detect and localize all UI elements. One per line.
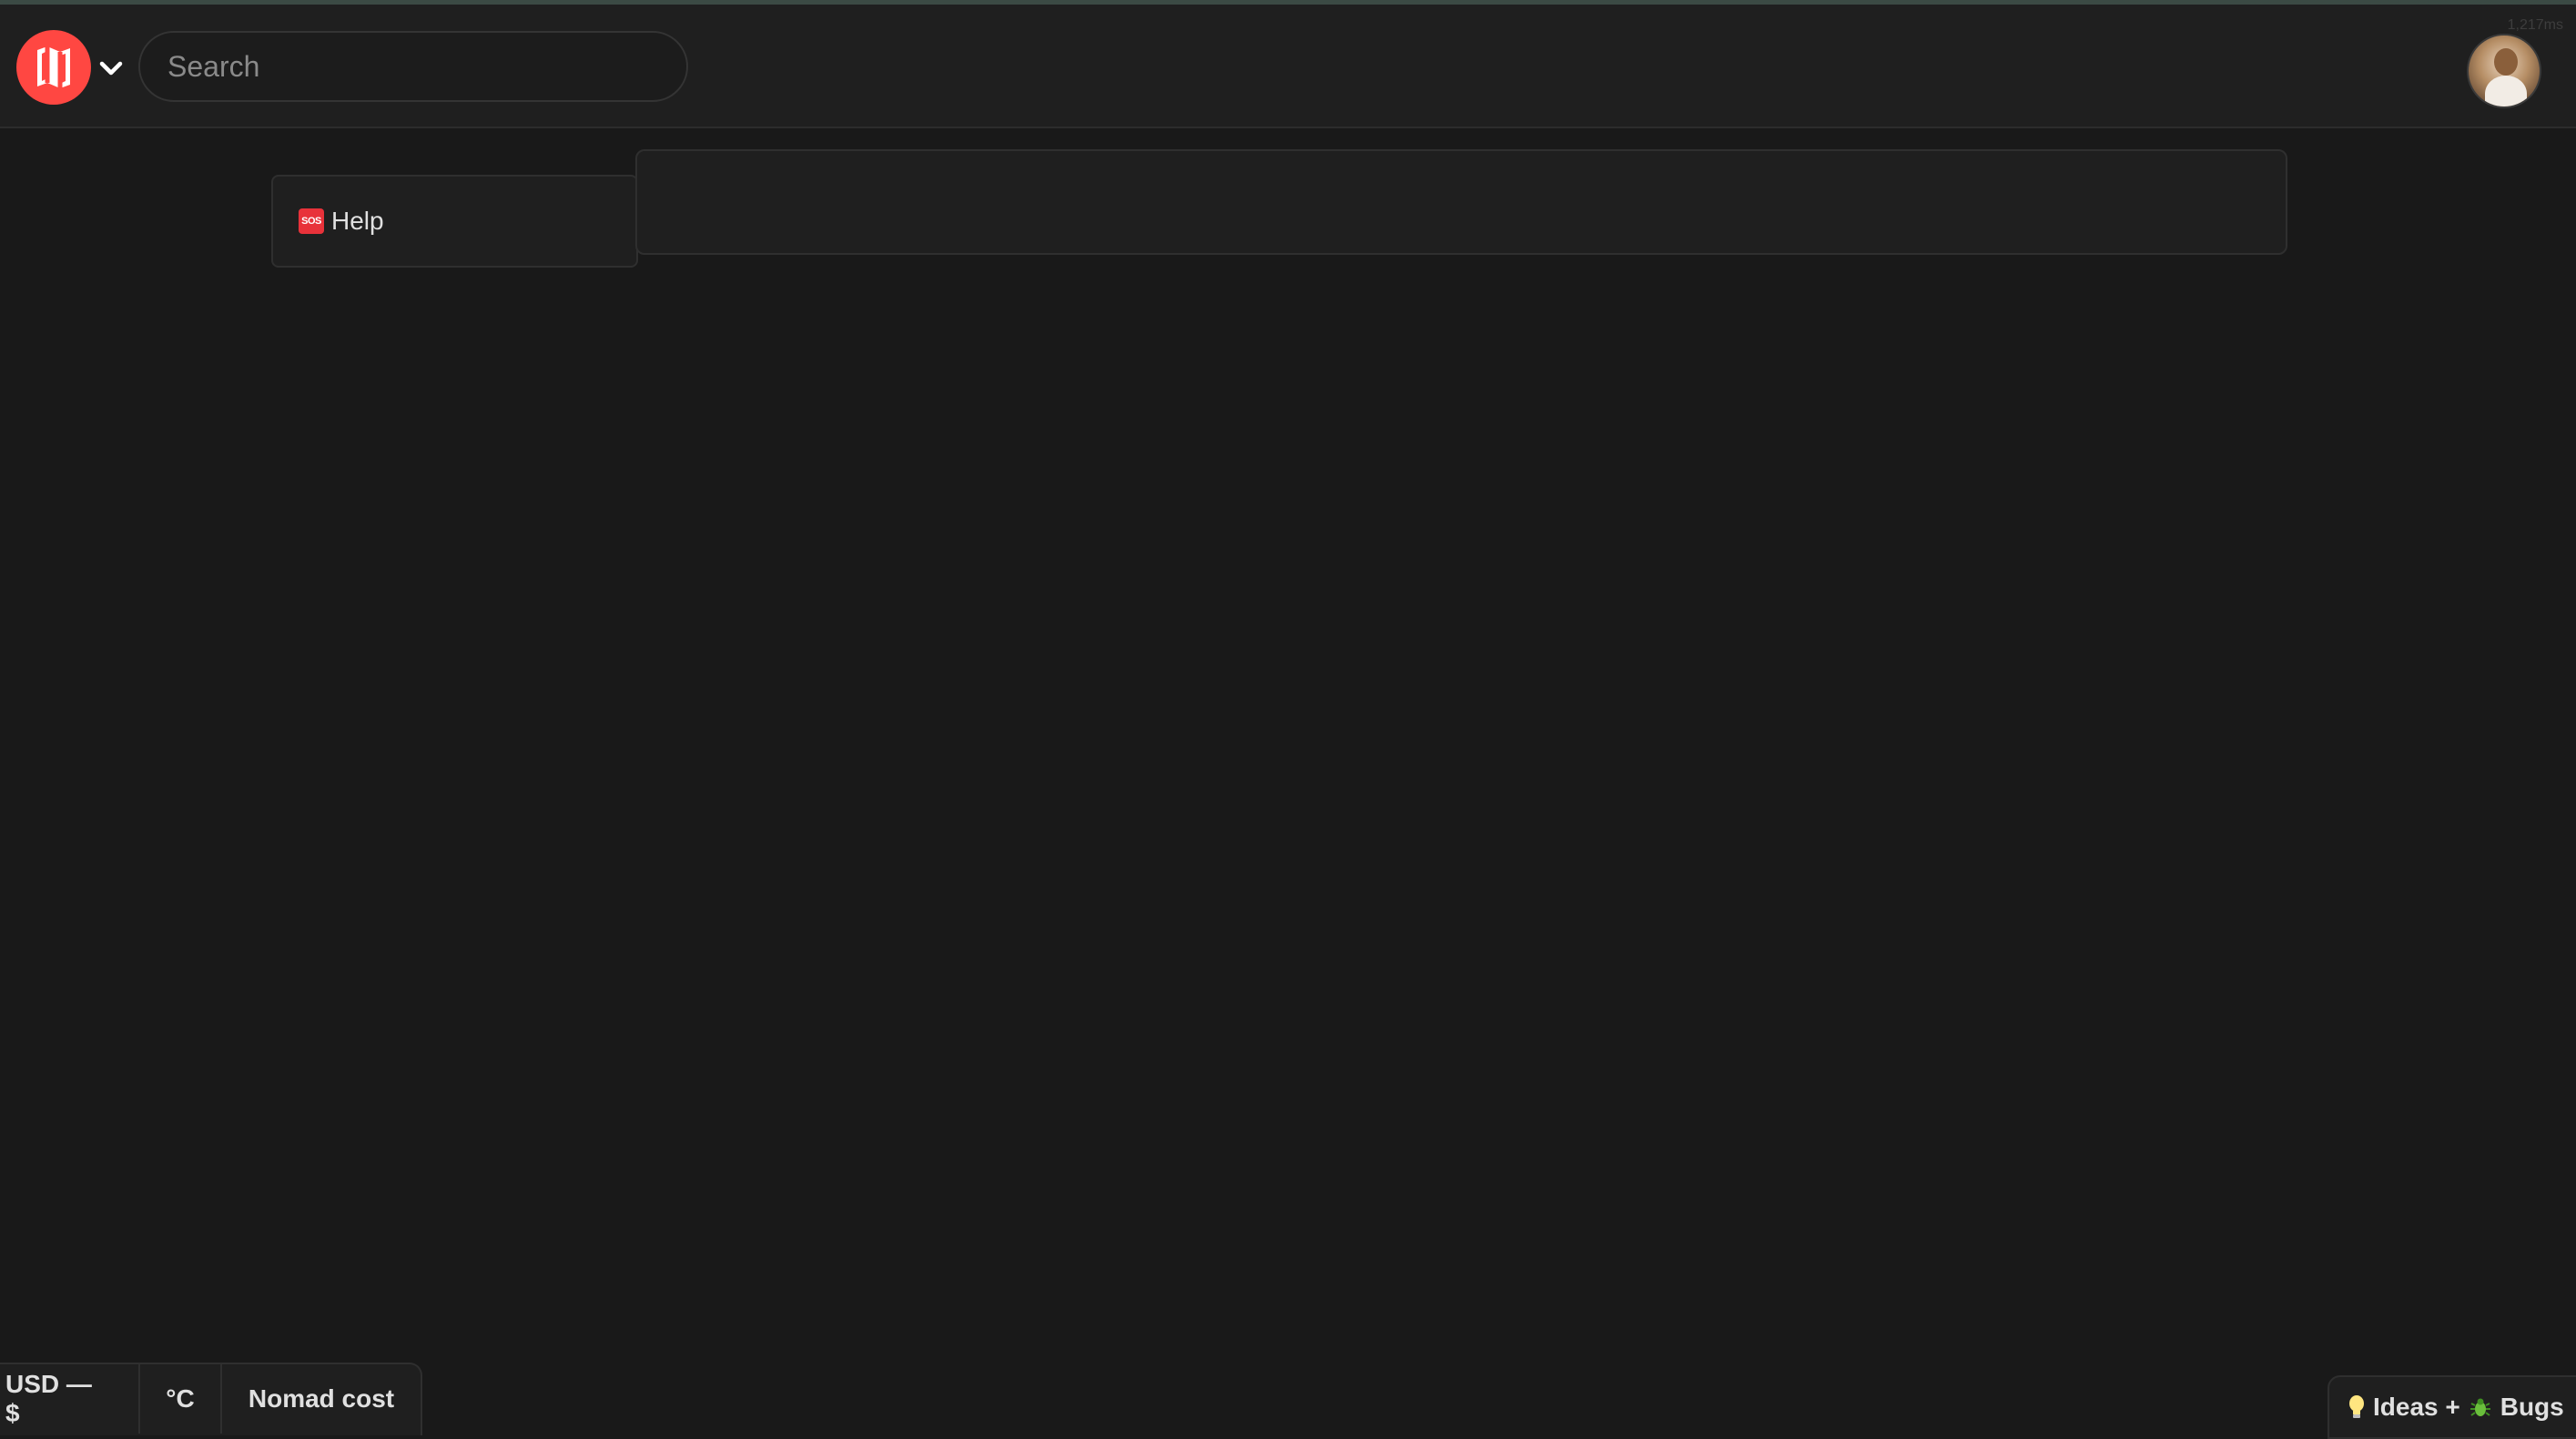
map-logo-icon <box>37 46 70 88</box>
bug-icon <box>2470 1396 2491 1418</box>
search-input[interactable] <box>167 49 686 84</box>
chevron-down-icon[interactable] <box>96 57 126 79</box>
search-box[interactable] <box>138 31 688 102</box>
bugs-label: Bugs <box>2500 1393 2564 1421</box>
content-panel <box>635 149 2287 255</box>
top-bar: 1,217ms <box>0 5 2576 128</box>
sos-icon: SOS <box>299 208 324 234</box>
user-avatar[interactable] <box>2467 34 2541 108</box>
nomad-cost-button[interactable]: Nomad cost <box>222 1364 421 1434</box>
help-menu-item[interactable]: SOS Help <box>271 175 638 268</box>
lightbulb-icon <box>2348 1394 2366 1420</box>
help-label: Help <box>331 207 384 235</box>
temperature-unit-button[interactable]: °C <box>140 1364 222 1434</box>
ideas-label: Ideas + <box>2373 1393 2460 1421</box>
avatar-head <box>2494 48 2518 76</box>
logo-button[interactable] <box>16 30 91 105</box>
load-time-label: 1,217ms <box>2507 17 2563 33</box>
avatar-body <box>2485 76 2527 106</box>
footer-settings-bar: USD — $ °C Nomad cost <box>0 1363 422 1435</box>
currency-button[interactable]: USD — $ <box>0 1364 140 1434</box>
ideas-bugs-button[interactable]: Ideas + Bugs <box>2328 1375 2576 1439</box>
